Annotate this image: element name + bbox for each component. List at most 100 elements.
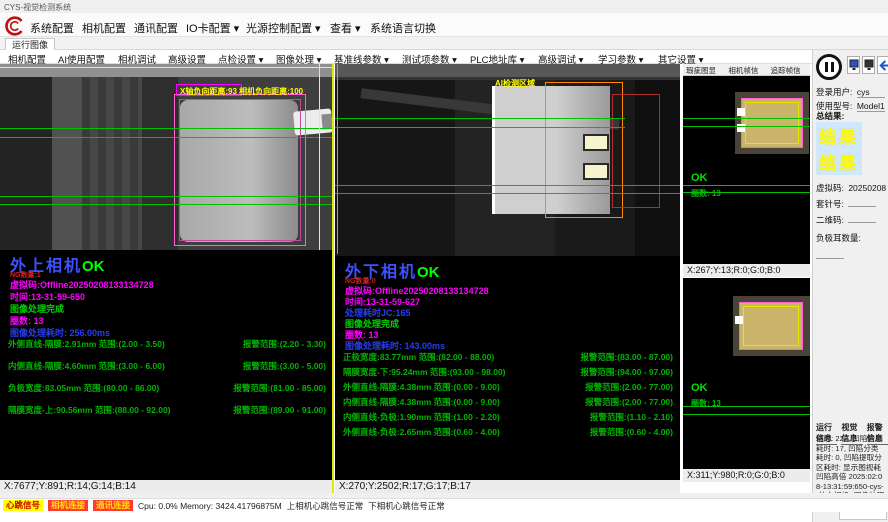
thumb-tab-track[interactable]: 追踪帧信息 [771,65,807,74]
thumb-panel-bottom[interactable]: OK 圈数: 13 X:311;Y:980;R:0;G:0;B:0 [683,278,810,482]
measurement-row: 外侧直线-隔膜:4.38mm 范围:(0.00 - 9.00)报警范围:(2.0… [343,381,673,393]
scene-structure [0,77,52,250]
overlay-line [683,185,810,186]
thumb-image [735,92,809,154]
scene-structure [82,77,142,250]
overlay-line [335,193,680,194]
thumb-note: 圈数: 13 [691,398,721,409]
measurement-row: 内侧直线-隔膜:4.60mm 范围:(3.00 - 6.00) 报警范围:(3.0… [8,360,326,372]
status-bar: 心跳信号 相机连接 通讯连接 Cpu: 0.0% Memory: 3424.41… [0,498,888,512]
field-value [848,222,876,223]
roi-outline [179,99,301,241]
field-label: 二维码: [816,215,844,225]
scene-band [0,64,332,77]
exit-arrow-icon [878,60,888,71]
top-camera-heartbeat-text: 上相机心跳信号正常 [287,500,364,512]
app-window: CYS-视觉检测系统 系统配置 相机配置 通讯配置 IO卡配置 ▾ 光源控制配置… [0,0,888,522]
tab-run-image[interactable]: 运行图像 [5,38,55,50]
thumb-tab-camera[interactable]: 相机帧信息 [728,65,764,74]
overlay-line [319,64,320,250]
model-value: Model1 [857,101,885,112]
overlay-line [0,128,332,129]
result-badge-1: 结果 [816,122,862,149]
camera-view-button-2[interactable] [862,56,875,74]
field-label: 虚拟码: [816,183,844,193]
camera-image-bottom: AI检测区域 [335,64,680,256]
measurement-text: 外侧直线-隔膜:2.91mm 范围:(2.00 - 3.50) [8,338,165,350]
pixel-readout-bottom: X:270;Y:2502;R:17;G:17;B:17 [335,480,680,493]
field-label: 套针号: [816,199,844,209]
connector-tab [735,316,743,324]
measurement-text: 内侧直线-隔膜:4.60mm 范围:(3.00 - 6.00) [8,360,165,372]
measurement-row: 内侧直线-隔膜:4.38mm 范围:(0.00 - 9.00)报警范围:(2.0… [343,396,673,408]
scene-structure [52,77,82,250]
camera-panel-top[interactable]: X轴负向距离:93 相机负向距离:100 外上相机OK NG数量:1 虚拟码:O… [0,64,332,493]
result-ok: OK [417,264,440,281]
menu-item-io-config[interactable]: IO卡配置 ▾ [186,20,239,36]
menu-item-comm-config[interactable]: 通讯配置 [134,20,178,36]
thumb-tab-defect[interactable]: 瑕疵图显示 [686,65,722,74]
menu-item-view[interactable]: 查看 ▾ [330,20,361,36]
measurement-row: 内侧直线-负极:1.90mm 范围:(1.00 - 2.20)报警范围:(1.1… [343,411,673,423]
title-bar: CYS-视觉检测系统 [0,0,888,13]
sidebar: 登录用户: cys 使用型号: Model1 总结果: 结果 结果 虚拟码: 2… [812,50,888,522]
measurement-row: 正极宽度:83.77mm 范围:(82.00 - 88.00) 报警范围:(83.… [343,351,673,363]
camera-link-badge: 相机连接 [48,500,88,511]
field-label: 负极耳数量: [816,233,861,243]
heartbeat-badge: 心跳信号 [3,500,43,511]
comm-link-badge: 通讯连接 [93,500,133,511]
measurement-row: 负极宽度:83.05mm 范围:(80.00 - 86.00) 报警范围:(81.… [8,382,326,394]
pause-button[interactable] [816,54,842,80]
ruler-note: X轴负向距离:93 相机负向距离:100 [180,86,303,97]
tab-strip [0,37,888,50]
measurement-text: 隔膜宽度-下:95.24mm 范围:(93.00 - 98.00) [343,366,506,378]
overlay-line [683,118,810,119]
total-result-label: 总结果: [816,110,844,122]
alarm-range-text: 报警范围:(2.00 - 77.00) [585,381,673,393]
app-logo-icon [4,16,24,36]
menu-item-light-config[interactable]: 光源控制配置 ▾ [246,20,321,36]
alarm-range-text: 报警范围:(81.00 - 85.00) [233,382,326,394]
monitor-icon [849,59,859,71]
overlay-line [0,67,332,68]
pixel-readout-top: X:7677;Y:891;R:14;G:14;B:14 [0,480,332,493]
pause-icon [831,62,834,72]
camera-image-top: X轴负向距离:93 相机负向距离:100 [0,64,332,250]
alarm-range-text: 报警范围:(3.00 - 5.00) [243,360,326,372]
thumb-tab-strip: 瑕疵图显示 相机帧信息 追踪帧信息 [683,64,810,76]
roi-outline [743,306,799,346]
menu-item-camera-config[interactable]: 相机配置 [82,20,126,36]
pixel-readout-thumb-top: X:267;Y:13;R:0;G:0;B:0 [683,264,810,277]
alarm-range-text: 报警范围:(0.60 - 4.00) [590,426,673,438]
exit-button[interactable] [877,56,888,74]
menu-item-system-config[interactable]: 系统配置 [30,20,74,36]
measurement-text: 隔膜宽度-上:90.56mm 范围:(88.00 - 92.00) [8,404,171,416]
tab-count-row: 负极耳数量: [816,228,888,264]
overlay-line [0,137,332,138]
alarm-range-text: 报警范围:(83.00 - 87.00) [580,351,673,363]
overlay-line [683,126,810,127]
thumb-ok: OK [691,382,708,394]
menu-item-language-switch[interactable]: 系统语言切换 [370,20,436,36]
overlay-line [335,127,625,128]
measurement-text: 正极宽度:83.77mm 范围:(82.00 - 88.00) [343,351,494,363]
pause-icon [825,62,828,72]
measurement-text: 内侧直线-负极:1.90mm 范围:(1.00 - 2.20) [343,411,500,423]
measurement-row: 外侧直线-隔膜:2.91mm 范围:(2.00 - 3.50) 报警范围:(2.2… [8,338,326,350]
measurement-row: 隔膜宽度-下:95.24mm 范围:(93.00 - 98.00)报警范围:(9… [343,366,673,378]
camera-view-button-1[interactable] [847,56,860,74]
alarm-range-text: 报警范围:(2.20 - 3.30) [243,338,326,350]
panel-divider [332,64,334,493]
field-value: 20250208 [848,183,886,193]
measurement-text: 负极宽度:83.05mm 范围:(80.00 - 86.00) [8,382,159,394]
roi-outline [745,102,799,144]
result-badge-2: 结果 [816,148,862,175]
measurement-row: 隔膜宽度-上:90.56mm 范围:(88.00 - 92.00) 报警范围:(8… [8,404,326,416]
alarm-range-text: 报警范围:(89.00 - 91.00) [233,404,326,416]
overlay-line [337,64,338,254]
ai-note: AI检测区域 [495,78,535,89]
thumb-panel-top[interactable]: OK 圈数: 13 X:267;Y:13;R:0;G:0;B:0 [683,76,810,277]
thumb-note: 圈数: 13 [691,188,721,199]
info-log-text: 耗时: 222, 凹陷检测耗时: 17, 凹陷分类耗时: 0, 凹陷提取分区耗时… [816,434,886,492]
camera-panel-bottom[interactable]: AI检测区域 外下相机OK NG数量:0 虚拟码:Offline20250208… [335,64,680,493]
